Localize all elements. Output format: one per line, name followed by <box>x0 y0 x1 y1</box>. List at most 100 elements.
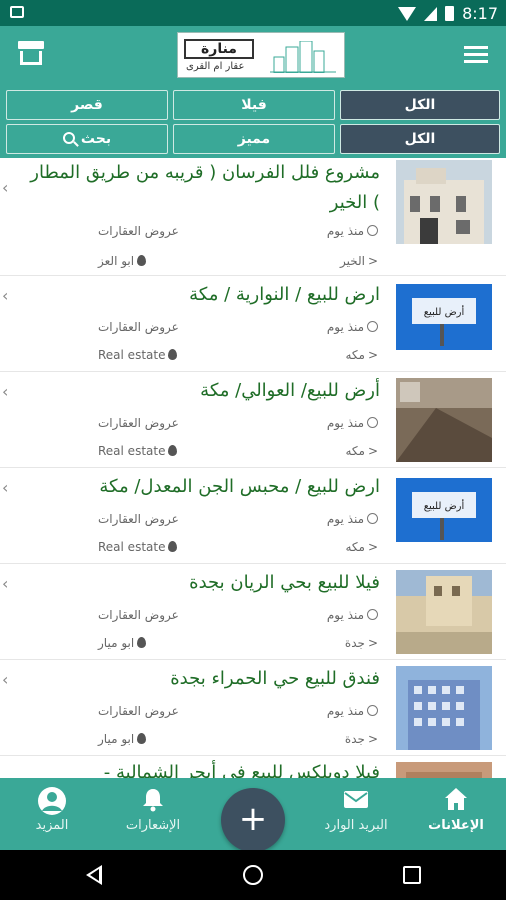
listing-category: عروض العقارات <box>98 416 179 430</box>
listing-location: <مكه <box>345 444 378 458</box>
notification-icon <box>10 6 24 18</box>
listing-thumbnail <box>396 762 492 778</box>
chevron-icon: < <box>367 444 378 458</box>
listing-location: <جدة <box>344 732 378 746</box>
listing-time: منذ يوم <box>327 512 378 526</box>
list-item[interactable]: فيلا دوبلكس للبيع في أبحر الشمالية - <box>0 756 506 778</box>
listing-time: منذ يوم <box>327 224 378 238</box>
tab-ads[interactable]: الإعلانات <box>406 786 506 833</box>
listing-category: عروض العقارات <box>98 704 179 718</box>
clock-icon <box>367 705 378 716</box>
listing-location: <مكه <box>345 348 378 362</box>
logo-subtext: عقار ام القرى <box>186 61 245 72</box>
filter-type-all[interactable]: الكل <box>340 90 500 120</box>
app-bar: منارة عقار ام القرى <box>0 26 506 84</box>
listing-title[interactable]: فيلا دوبلكس للبيع في أبحر الشمالية - <box>18 758 380 778</box>
listing-title[interactable]: أرض للبيع/ العوالي/ مكة <box>18 376 380 406</box>
listing-list: مشروع فلل الفرسان ( قريبه من طريق المطار… <box>0 158 506 778</box>
user-icon <box>137 637 147 648</box>
user-icon <box>137 733 147 744</box>
chevron-icon: < <box>367 636 378 650</box>
user-icon <box>168 541 178 552</box>
listing-title[interactable]: مشروع فلل الفرسان ( قريبه من طريق المطار… <box>18 158 380 218</box>
list-item[interactable]: أرض للبيع ارض للبيع / النوارية / مكة ‹ م… <box>0 276 506 372</box>
listing-time: منذ يوم <box>327 416 378 430</box>
listing-category: عروض العقارات <box>98 320 179 334</box>
listing-thumbnail: أرض للبيع <box>396 478 492 542</box>
listing-thumbnail <box>396 378 492 462</box>
list-item[interactable]: أرض للبيع/ العوالي/ مكة ‹ منذ يوم عروض ا… <box>0 372 506 468</box>
listing-time: منذ يوم <box>327 608 378 622</box>
chevron-left-icon: ‹ <box>2 286 9 305</box>
listing-user: Real estate <box>98 540 178 554</box>
chevron-left-icon: ‹ <box>2 670 9 689</box>
tab-more[interactable]: المزيد <box>2 786 102 833</box>
list-item[interactable]: مشروع فلل الفرسان ( قريبه من طريق المطار… <box>0 158 506 276</box>
listing-user: Real estate <box>98 444 178 458</box>
clock-icon <box>367 609 378 620</box>
listing-location: <مكه <box>345 540 378 554</box>
listing-category: عروض العقارات <box>98 512 179 526</box>
listing-title[interactable]: فندق للبيع حي الحمراء بجدة <box>18 664 380 694</box>
chevron-icon: < <box>367 540 378 554</box>
clock-icon <box>367 513 378 524</box>
home-circle-icon[interactable] <box>243 865 263 885</box>
listing-title[interactable]: فيلا للبيع بحي الريان بجدة <box>18 568 380 598</box>
filter-type-villa[interactable]: فيلا <box>173 90 335 120</box>
status-bar: 8:17 <box>0 0 506 26</box>
listing-thumbnail <box>396 160 492 244</box>
listing-user: ابو العز <box>98 254 147 268</box>
tab-notifications-label: الإشعارات <box>125 818 181 833</box>
bottom-nav: الإعلانات البريد الوارد + الإشعارات المز… <box>0 778 506 852</box>
battery-icon <box>445 6 455 21</box>
hamburger-menu-icon[interactable] <box>464 46 488 64</box>
user-icon <box>168 445 178 456</box>
filter-featured[interactable]: مميز <box>173 124 335 154</box>
chevron-left-icon: ‹ <box>2 178 9 197</box>
listing-title[interactable]: ارض للبيع / النوارية / مكة <box>18 280 380 310</box>
user-icon <box>137 255 147 266</box>
buildings-logo-icon <box>270 41 336 73</box>
back-icon[interactable] <box>86 865 102 885</box>
sign-text: أرض للبيع <box>424 305 465 318</box>
listing-thumbnail <box>396 570 492 654</box>
listing-user: ابو ميار <box>98 732 147 746</box>
listing-location: <الخير <box>339 254 378 268</box>
chevron-left-icon: ‹ <box>2 574 9 593</box>
store-icon[interactable] <box>18 41 44 65</box>
clock-icon <box>367 321 378 332</box>
tab-inbox[interactable]: البريد الوارد <box>306 786 406 833</box>
list-item[interactable]: فيلا للبيع بحي الريان بجدة ‹ منذ يوم عرو… <box>0 564 506 660</box>
filter-type-palace[interactable]: قصر <box>6 90 168 120</box>
listing-category: عروض العقارات <box>98 224 179 238</box>
chevron-icon: < <box>367 254 378 268</box>
home-icon <box>443 786 469 814</box>
chevron-icon: < <box>367 348 378 362</box>
listing-time: منذ يوم <box>327 320 378 334</box>
add-listing-button[interactable]: + <box>221 788 285 852</box>
tab-more-label: المزيد <box>35 818 69 833</box>
clock-icon <box>367 225 378 236</box>
tab-ads-label: الإعلانات <box>428 818 484 833</box>
listing-thumbnail: أرض للبيع <box>396 284 492 350</box>
chevron-left-icon: ‹ <box>2 382 9 401</box>
sign-text: أرض للبيع <box>424 499 465 512</box>
listing-location: <جدة <box>344 636 378 650</box>
signal-icon <box>424 6 438 21</box>
listing-category: عروض العقارات <box>98 608 179 622</box>
list-item[interactable]: فندق للبيع حي الحمراء بجدة ‹ منذ يوم عرو… <box>0 660 506 756</box>
filter-bar: الكل فيلا قصر الكل مميز بحث <box>0 84 506 158</box>
listing-thumbnail <box>396 666 492 750</box>
chevron-icon: < <box>367 732 378 746</box>
search-button[interactable]: بحث <box>6 124 168 154</box>
mail-icon <box>343 786 369 814</box>
listing-title[interactable]: ارض للبيع / محبس الجن المعدل/ مكة <box>18 472 380 502</box>
recents-icon[interactable] <box>403 866 421 884</box>
profile-icon <box>37 786 67 815</box>
search-label: بحث <box>80 131 112 147</box>
listing-user: Real estate <box>98 348 178 362</box>
list-item[interactable]: أرض للبيع ارض للبيع / محبس الجن المعدل/ … <box>0 468 506 564</box>
system-nav-bar <box>0 850 506 900</box>
filter-all[interactable]: الكل <box>340 124 500 154</box>
tab-notifications[interactable]: الإشعارات <box>103 786 203 833</box>
